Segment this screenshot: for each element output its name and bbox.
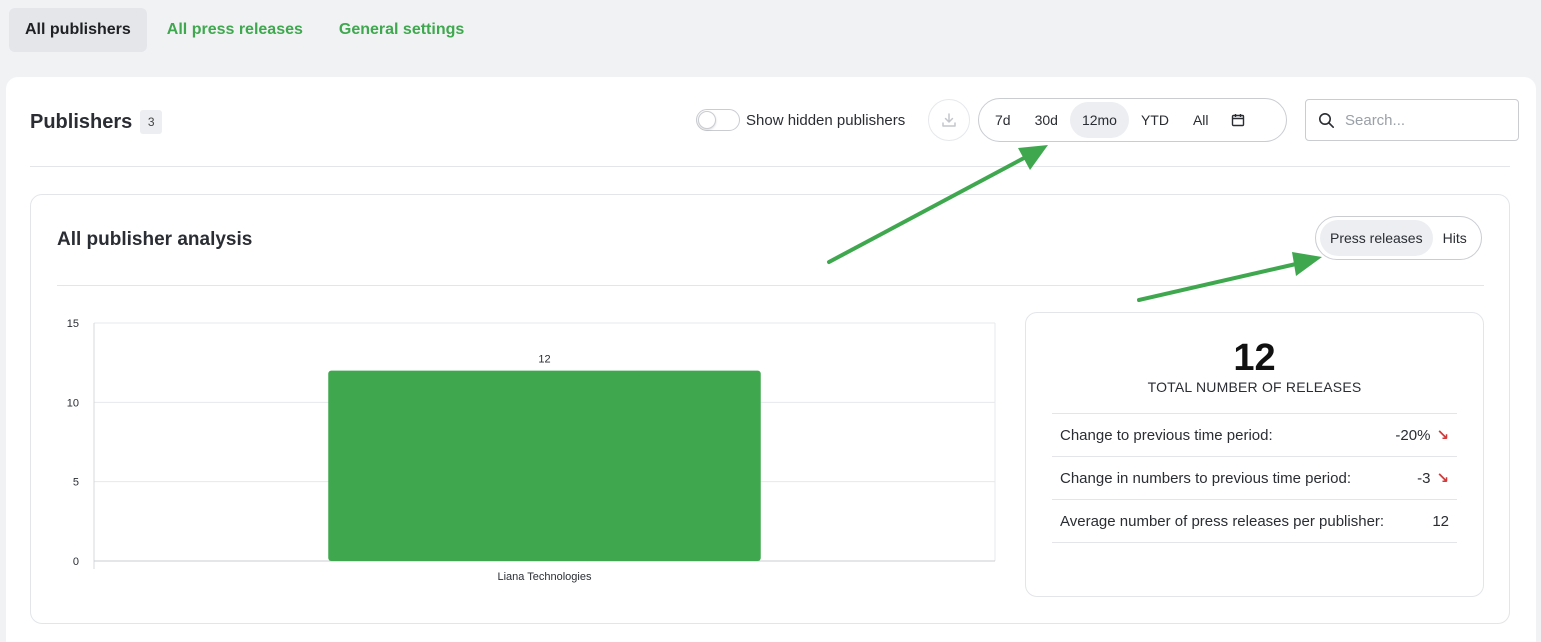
stats-row-label: Change to previous time period:	[1060, 426, 1273, 444]
total-releases-value: 12	[1233, 337, 1276, 379]
stats-row-value: -20%	[1395, 426, 1431, 444]
stats-row-value: 12	[1432, 512, 1449, 530]
stats-row: Average number of press releases per pub…	[1052, 500, 1457, 543]
stats-table: Change to previous time period: -20% ↘ C…	[1052, 413, 1457, 543]
calendar-button[interactable]	[1225, 102, 1251, 138]
stats-row-value: -3	[1417, 469, 1431, 487]
stats-row-value-group: 12	[1432, 513, 1449, 530]
y-tick-label: 10	[67, 397, 79, 409]
y-tick-label: 15	[67, 318, 79, 330]
metric-press-releases-button[interactable]: Press releases	[1320, 220, 1433, 256]
stats-row-label: Change in numbers to previous time perio…	[1060, 469, 1351, 487]
trend-down-icon: ↘	[1436, 427, 1449, 444]
analysis-title: All publisher analysis	[57, 229, 253, 250]
search-icon	[1319, 112, 1334, 128]
stats-row: Change in numbers to previous time perio…	[1052, 457, 1457, 500]
metric-selector: Press releases Hits	[1315, 216, 1482, 260]
toggle-knob	[698, 111, 716, 129]
tab-all-publishers[interactable]: All publishers	[9, 8, 147, 52]
stats-panel: 12 TOTAL NUMBER OF RELEASES Change to pr…	[1025, 312, 1484, 597]
stats-row: Change to previous time period: -20% ↘	[1052, 414, 1457, 457]
search-box	[1305, 99, 1519, 141]
stats-row-value-group: -20% ↘	[1395, 426, 1449, 445]
range-ytd-button[interactable]: YTD	[1129, 102, 1181, 138]
search-input[interactable]	[1345, 111, 1505, 129]
bar-data-label: 12	[538, 354, 550, 366]
show-hidden-toggle-group: Show hidden publishers	[696, 109, 905, 131]
publishers-card: Publishers 3 Show hidden publishers 7d 3…	[6, 77, 1536, 642]
stats-row-label: Average number of press releases per pub…	[1060, 512, 1385, 530]
download-button[interactable]	[928, 99, 970, 141]
bar	[328, 370, 761, 561]
trend-down-icon: ↘	[1436, 470, 1449, 487]
download-icon	[942, 113, 956, 127]
show-hidden-publishers-label: Show hidden publishers	[746, 111, 906, 129]
publisher-bar-chart: 0 5 10 15 12 Liana Technologies	[67, 318, 996, 583]
publisher-count-badge: 3	[140, 110, 163, 134]
tab-general-settings[interactable]: General settings	[323, 8, 480, 52]
tab-all-press-releases[interactable]: All press releases	[151, 8, 319, 52]
analysis-panel: All publisher analysis Press releases Hi…	[30, 194, 1510, 624]
page-title-group: Publishers 3	[30, 110, 163, 134]
range-12mo-button[interactable]: 12mo	[1069, 102, 1129, 138]
show-hidden-publishers-toggle[interactable]	[696, 109, 740, 131]
analysis-divider	[57, 285, 1484, 286]
stats-row-value-group: -3 ↘	[1417, 469, 1449, 488]
x-category-label: Liana Technologies	[498, 571, 592, 583]
metric-hits-button[interactable]: Hits	[1433, 220, 1477, 256]
page-title: Publishers	[30, 110, 133, 133]
y-tick-label: 0	[73, 556, 79, 568]
range-30d-button[interactable]: 30d	[1023, 102, 1070, 138]
total-releases-label: TOTAL NUMBER OF RELEASES	[1147, 379, 1362, 395]
range-all-button[interactable]: All	[1181, 102, 1221, 138]
time-range-selector: 7d 30d 12mo YTD All	[978, 98, 1287, 142]
range-7d-button[interactable]: 7d	[983, 102, 1023, 138]
header-divider	[30, 166, 1510, 167]
y-tick-label: 5	[73, 477, 79, 489]
top-navigation: All publishers All press releases Genera…	[9, 8, 480, 52]
calendar-icon	[1231, 114, 1244, 127]
